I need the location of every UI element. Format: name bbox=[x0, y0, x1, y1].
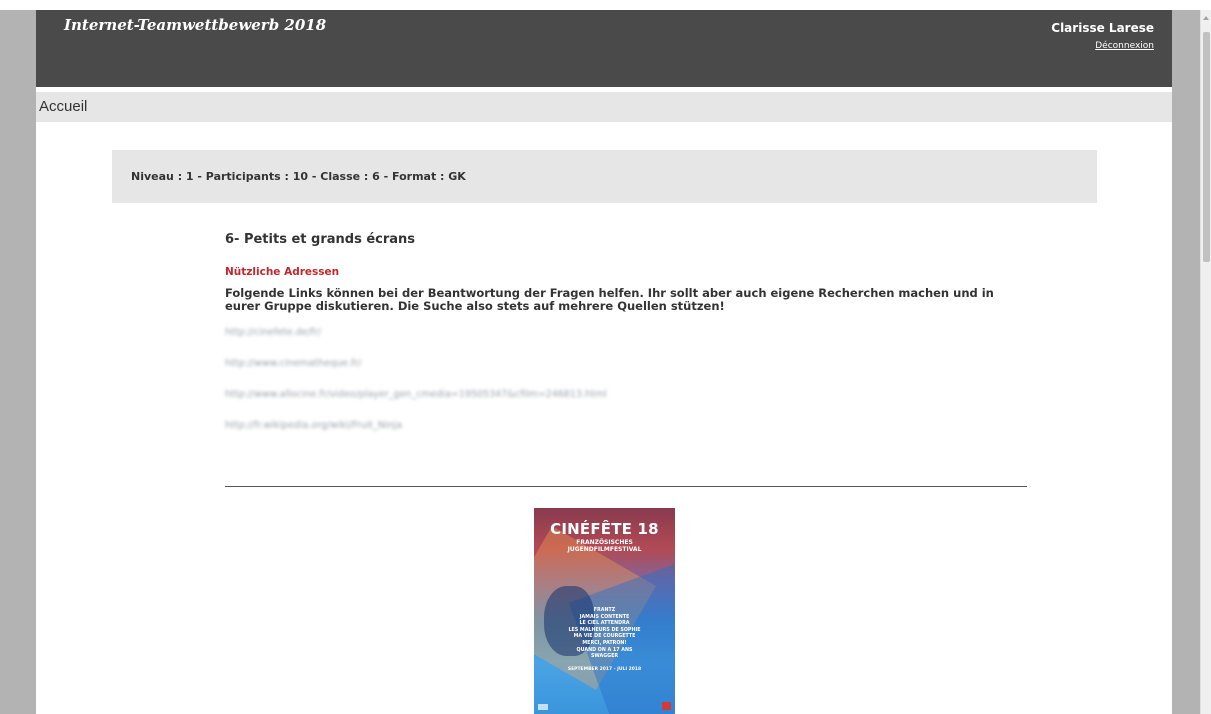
user-name: Clarisse Larese bbox=[1051, 21, 1154, 35]
page-frame-left bbox=[0, 10, 36, 714]
nav-bar: Accueil bbox=[36, 92, 1172, 122]
poster-film: LE CIEL ATTENDRA bbox=[579, 621, 630, 627]
section-title: 6- Petits et grands écrans bbox=[225, 232, 416, 247]
main-content: 6- Petits et grands écrans Nützliche Adr… bbox=[225, 232, 1045, 451]
link-item[interactable]: http://www.cinematheque.fr/ bbox=[225, 358, 1045, 389]
logout-link[interactable]: Déconnexion bbox=[1095, 41, 1154, 51]
poster-title: CINÉFÊTE 18 bbox=[550, 520, 659, 538]
quiz-info-text: Niveau : 1 - Participants : 10 - Classe … bbox=[131, 170, 466, 183]
link-item[interactable]: http://cinefete.de/fr/ bbox=[225, 327, 1045, 358]
intro-paragraph: Folgende Links können bei der Beantwortu… bbox=[225, 286, 994, 313]
vertical-scrollbar[interactable] bbox=[1200, 10, 1211, 714]
poster-film: SWAGGER bbox=[590, 654, 619, 660]
useful-addresses-heading: Nützliche Adressen bbox=[225, 266, 340, 278]
festival-poster-image: CINÉFÊTE 18 FRANZÖSISCHES JUGENDFILMFEST… bbox=[534, 508, 675, 714]
link-item[interactable]: http://www.allocine.fr/video/player_gen_… bbox=[225, 389, 1045, 420]
poster-logo-left bbox=[538, 704, 548, 710]
quiz-info-box: Niveau : 1 - Participants : 10 - Classe … bbox=[112, 150, 1097, 203]
divider bbox=[225, 486, 1027, 487]
scroll-up-icon[interactable] bbox=[1203, 16, 1209, 20]
poster-subtitle: FRANZÖSISCHES JUGENDFILMFESTIVAL bbox=[534, 539, 675, 553]
top-strip bbox=[0, 0, 1211, 10]
poster-film: MERCI, PATRON! bbox=[582, 640, 627, 646]
poster-subtitle-line: JUGENDFILMFESTIVAL bbox=[567, 546, 642, 553]
poster-film: MA VIE DE COURGETTE bbox=[573, 634, 636, 640]
poster-dates: SEPTEMBER 2017 - JULI 2018 bbox=[567, 667, 642, 672]
poster-logo-right bbox=[662, 702, 671, 710]
page-frame-right bbox=[1172, 10, 1200, 714]
site-title: Internet-Teamwettbewerb 2018 bbox=[64, 16, 327, 34]
site-header: Internet-Teamwettbewerb 2018 Clarisse La… bbox=[36, 10, 1172, 87]
link-item[interactable]: http://fr.wikipedia.org/wiki/Fruit_Ninja bbox=[225, 420, 1045, 451]
poster-subtitle-line: FRANZÖSISCHES bbox=[576, 539, 633, 546]
scrollbar-thumb[interactable] bbox=[1203, 32, 1210, 262]
links-list: http://cinefete.de/fr/ http://www.cinema… bbox=[225, 327, 1045, 451]
poster-film-list: FRANTZ JAMAIS CONTENTE LE CIEL ATTENDRA … bbox=[534, 608, 675, 661]
breadcrumb-home[interactable]: Accueil bbox=[39, 98, 87, 115]
poster-film: FRANTZ bbox=[593, 608, 616, 613]
page-container: Internet-Teamwettbewerb 2018 Clarisse La… bbox=[36, 10, 1172, 714]
